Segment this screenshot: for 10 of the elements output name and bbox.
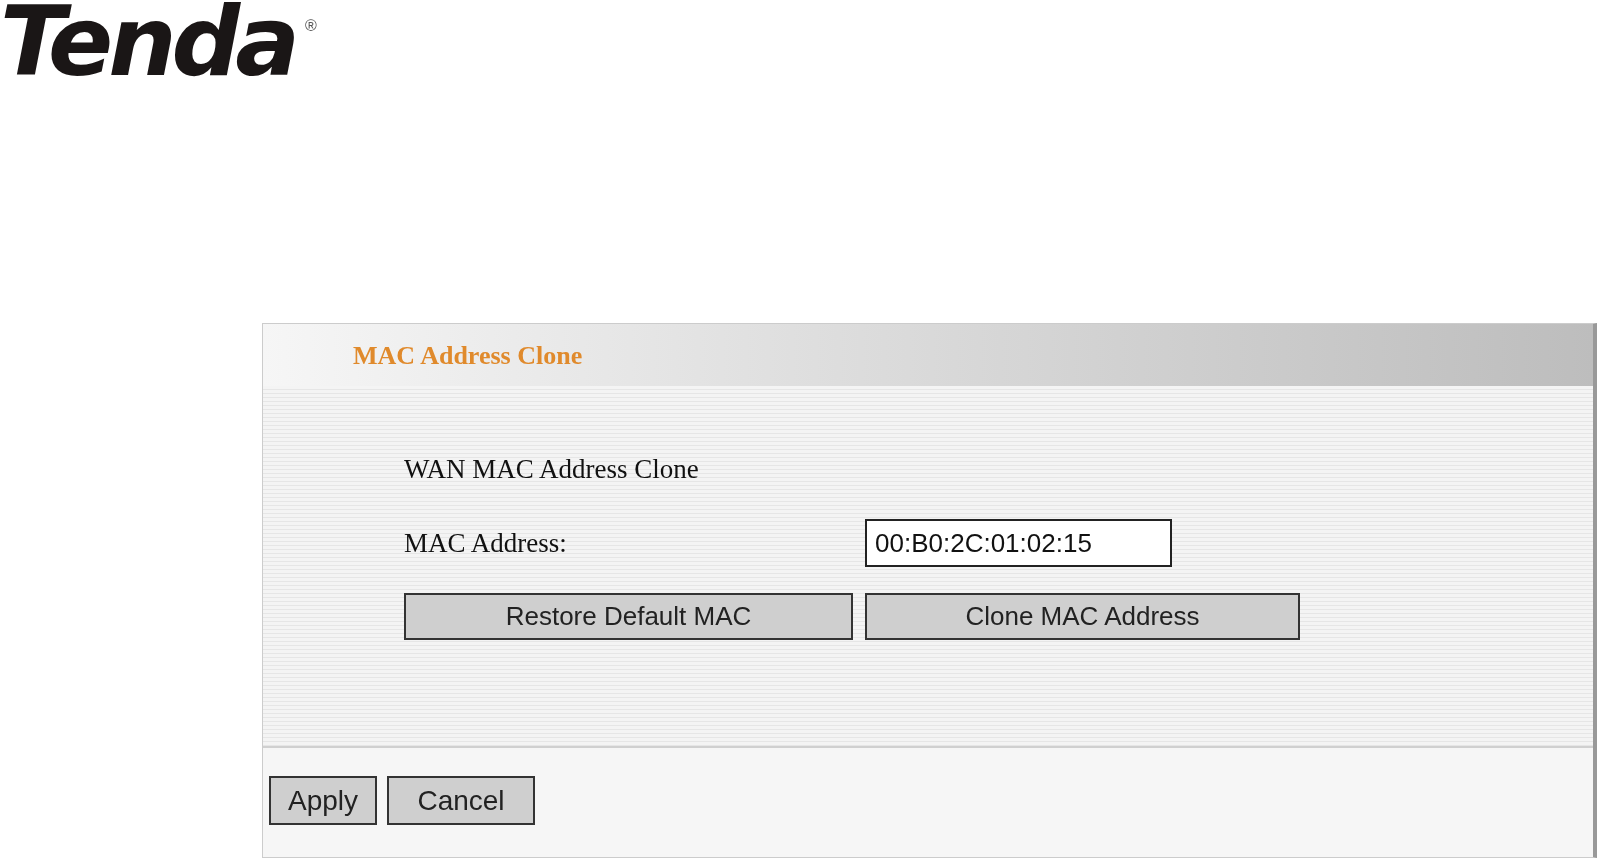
- brand-logo: Tenda: [0, 0, 297, 98]
- section-title: WAN MAC Address Clone: [404, 453, 700, 486]
- panel-title: MAC Address Clone: [353, 339, 583, 372]
- registered-mark: ®: [305, 16, 317, 36]
- clone-mac-address-button[interactable]: Clone MAC Address: [865, 593, 1300, 640]
- restore-default-mac-button[interactable]: Restore Default MAC: [404, 593, 853, 640]
- cancel-button[interactable]: Cancel: [387, 776, 535, 825]
- mac-address-field[interactable]: 00:B0:2C:01:02:15: [865, 519, 1172, 567]
- apply-button[interactable]: Apply: [269, 776, 377, 825]
- mac-address-label: MAC Address:: [404, 526, 568, 560]
